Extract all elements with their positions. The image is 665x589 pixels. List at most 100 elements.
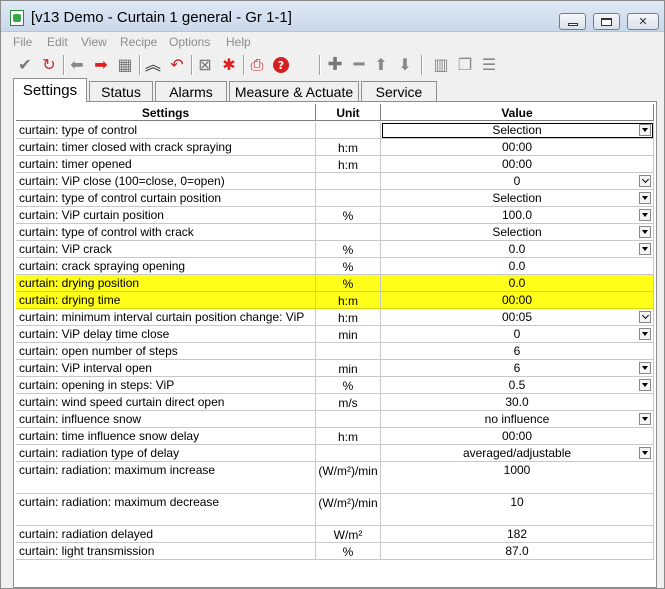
check-icon[interactable]: ✔ xyxy=(15,55,35,75)
value-cell[interactable]: 30.0 xyxy=(381,394,654,410)
value-cell[interactable]: Selection xyxy=(381,190,654,206)
table-row[interactable]: curtain: timer opened h:m 00:00 xyxy=(16,156,654,173)
help-icon[interactable]: ? xyxy=(271,55,291,75)
value-cell[interactable]: 10 xyxy=(381,494,654,525)
table-row[interactable]: curtain: type of control with crack Selec… xyxy=(16,224,654,241)
table-row[interactable]: curtain: wind speed curtain direct open m… xyxy=(16,394,654,411)
header-settings[interactable]: Settings xyxy=(16,104,316,121)
dropdown-arrow-icon[interactable] xyxy=(639,192,651,204)
menu-help[interactable]: Help xyxy=(226,35,251,49)
asterisk-icon[interactable]: ✱ xyxy=(219,55,239,75)
chevron-down-icon[interactable] xyxy=(639,175,651,187)
setting-name-cell: curtain: crack spraying opening xyxy=(16,258,316,274)
table-row[interactable]: curtain: ViP crack% 0.0 xyxy=(16,241,654,258)
table-row[interactable]: curtain: influence snow no influence xyxy=(16,411,654,428)
dropdown-arrow-icon[interactable] xyxy=(639,362,651,374)
list-icon[interactable]: ☰ xyxy=(479,55,499,75)
table-row[interactable]: curtain: timer closed with crack sprayin… xyxy=(16,139,654,156)
dropdown-arrow-icon[interactable] xyxy=(639,413,651,425)
tab-service[interactable]: Service xyxy=(361,81,437,101)
box-x-icon[interactable]: ⊠ xyxy=(195,55,215,75)
value-cell[interactable]: 6 xyxy=(381,360,654,376)
value-cell[interactable]: Selection xyxy=(381,224,654,240)
dropdown-arrow-icon[interactable] xyxy=(639,226,651,238)
dropdown-arrow-icon[interactable] xyxy=(639,328,651,340)
value-cell[interactable]: 0.0 xyxy=(381,241,654,257)
value-cell[interactable]: 0.5 xyxy=(381,377,654,393)
dropdown-arrow-icon[interactable] xyxy=(639,209,651,221)
undo-icon[interactable]: ↶ xyxy=(167,55,187,75)
arrow-down-icon[interactable]: ⬇ xyxy=(395,55,415,75)
print-icon[interactable]: ⎙ xyxy=(247,55,267,75)
refresh-icon[interactable]: ↻ xyxy=(39,55,59,75)
table-row[interactable]: curtain: minimum interval curtain positi… xyxy=(16,309,654,326)
value-cell[interactable]: 00:00 xyxy=(381,139,654,155)
value-text: averaged/adjustable xyxy=(462,446,572,460)
columns-icon[interactable]: ▥ xyxy=(431,55,451,75)
tab-alarms[interactable]: Alarms xyxy=(155,81,227,101)
arrow-right-icon[interactable]: ➡ xyxy=(91,55,111,75)
title-bar[interactable]: [v13 Demo - Curtain 1 general - Gr 1-1] … xyxy=(1,1,664,32)
grid-icon[interactable]: ▦ xyxy=(115,55,135,75)
table-row[interactable]: curtain: opening in steps: ViP% 0.5 xyxy=(16,377,654,394)
value-cell[interactable]: 182 xyxy=(381,526,654,542)
arrow-up-icon[interactable]: ⬆ xyxy=(371,55,391,75)
menu-view[interactable]: View xyxy=(81,35,107,49)
tab-settings[interactable]: Settings xyxy=(13,78,87,102)
menu-options[interactable]: Options xyxy=(169,35,210,49)
value-cell[interactable]: 00:05 xyxy=(381,309,654,325)
table-row[interactable]: curtain: radiation delayed W/m² 182 xyxy=(16,526,654,543)
table-row[interactable]: curtain: radiation type of delay averaged… xyxy=(16,445,654,462)
table-row[interactable]: curtain: ViP delay time close min 0 xyxy=(16,326,654,343)
tab-status[interactable]: Status xyxy=(89,81,153,101)
table-row[interactable]: curtain: radiation: maximum increase (W/m… xyxy=(16,462,654,494)
value-cell[interactable]: 1000 xyxy=(381,462,654,493)
dropdown-arrow-icon[interactable] xyxy=(639,447,651,459)
table-row[interactable]: curtain: ViP interval open min 6 xyxy=(16,360,654,377)
header-value[interactable]: Value xyxy=(381,104,654,121)
minimize-button[interactable] xyxy=(559,13,586,30)
tab-measure-actuate[interactable]: Measure & Actuate xyxy=(229,81,359,101)
value-cell[interactable]: 6 xyxy=(381,343,654,359)
dropdown-arrow-icon[interactable] xyxy=(639,243,651,255)
unit-cell xyxy=(316,445,381,461)
dropdown-arrow-icon[interactable] xyxy=(639,379,651,391)
table-row[interactable]: curtain: drying position% 0.0 xyxy=(16,275,654,292)
value-text: 0 xyxy=(513,327,521,341)
value-cell[interactable]: 0.0 xyxy=(381,275,654,291)
value-cell[interactable]: 100.0 xyxy=(381,207,654,223)
close-button[interactable]: ✕ xyxy=(627,13,659,30)
chevron-up-icon[interactable]: ︽ xyxy=(143,55,163,75)
table-row[interactable]: curtain: ViP close (100=close, 0=open) 0 xyxy=(16,173,654,190)
value-cell[interactable]: 87.0 xyxy=(381,543,654,559)
table-row[interactable]: curtain: ViP curtain position% 100.0 xyxy=(16,207,654,224)
maximize-button[interactable] xyxy=(593,13,620,30)
table-row[interactable]: curtain: light transmission% 87.0 xyxy=(16,543,654,560)
arrow-left-icon[interactable]: ⬅ xyxy=(67,55,87,75)
table-row[interactable]: curtain: type of control curtain positio… xyxy=(16,190,654,207)
value-cell[interactable]: 0 xyxy=(381,173,654,189)
value-cell[interactable]: no influence xyxy=(381,411,654,427)
value-cell[interactable]: 0 xyxy=(381,326,654,342)
table-row[interactable]: curtain: time influence snow delay h:m 00:… xyxy=(16,428,654,445)
table-row[interactable]: curtain: open number of steps 6 xyxy=(16,343,654,360)
menu-recipe[interactable]: Recipe xyxy=(120,35,157,49)
table-row[interactable]: curtain: crack spraying opening% 0.0 xyxy=(16,258,654,275)
plus-icon[interactable]: ✚ xyxy=(325,55,345,75)
menu-file[interactable]: File xyxy=(13,35,32,49)
table-row[interactable]: curtain: drying time h:m 00:00 xyxy=(16,292,654,309)
value-cell[interactable]: 0.0 xyxy=(381,258,654,274)
header-unit[interactable]: Unit xyxy=(316,104,381,121)
value-cell[interactable]: 00:00 xyxy=(381,292,654,308)
value-cell[interactable]: Selection xyxy=(381,122,654,138)
menu-edit[interactable]: Edit xyxy=(47,35,68,49)
value-cell[interactable]: averaged/adjustable xyxy=(381,445,654,461)
dropdown-arrow-icon[interactable] xyxy=(639,124,651,136)
table-row[interactable]: curtain: radiation: maximum decrease (W/m… xyxy=(16,494,654,526)
copy-icon[interactable]: ❐ xyxy=(455,55,475,75)
chevron-down-icon[interactable] xyxy=(639,311,651,323)
minus-icon[interactable]: ━ xyxy=(349,55,369,75)
value-cell[interactable]: 00:00 xyxy=(381,156,654,172)
value-cell[interactable]: 00:00 xyxy=(381,428,654,444)
table-row[interactable]: curtain: type of control Selection xyxy=(16,122,654,139)
